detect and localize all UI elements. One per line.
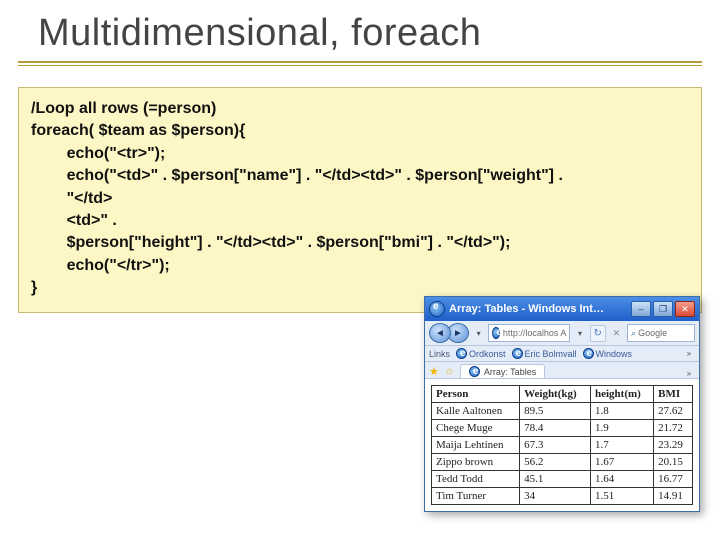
table-cell: 20.15 xyxy=(654,454,693,471)
links-label: Links xyxy=(429,349,450,359)
tab-bar: ★ ☆ Array: Tables » xyxy=(425,362,699,379)
search-placeholder: Google xyxy=(638,328,667,338)
table-cell: 34 xyxy=(520,488,591,505)
table-cell: 21.72 xyxy=(654,420,693,437)
table-cell: 16.77 xyxy=(654,471,693,488)
back-button[interactable]: ◄ xyxy=(429,323,451,343)
code-line: /Loop all rows (=person) xyxy=(31,100,216,117)
tab-overflow[interactable]: » xyxy=(683,369,695,378)
table-cell: Chege Muge xyxy=(432,420,520,437)
col-header: Person xyxy=(432,386,520,403)
col-header: Weight(kg) xyxy=(520,386,591,403)
table-cell: Zippo brown xyxy=(432,454,520,471)
code-line: "</td> xyxy=(31,190,112,207)
code-line: } xyxy=(31,279,37,296)
page-icon xyxy=(469,366,480,377)
tab-label: Array: Tables xyxy=(484,367,536,377)
page-icon xyxy=(456,348,467,359)
code-line: echo("</tr>"); xyxy=(31,257,170,274)
ie-icon xyxy=(429,301,445,317)
stop-icon[interactable]: ✕ xyxy=(610,326,623,340)
table-row: Maija Lehtinen67.31.723.29 xyxy=(432,437,693,454)
browser-window: Array: Tables - Windows Int… – ❐ ✕ ◄ ► ▾… xyxy=(424,296,700,512)
table-row: Kalle Aaltonen89.51.827.62 xyxy=(432,403,693,420)
search-box[interactable]: ⌕ Google xyxy=(627,324,695,342)
table-row: Tim Turner341.5114.91 xyxy=(432,488,693,505)
code-block: /Loop all rows (=person) foreach( $team … xyxy=(18,87,702,313)
table-cell: Tedd Todd xyxy=(432,471,520,488)
table-row: Zippo brown56.21.6720.15 xyxy=(432,454,693,471)
window-title: Array: Tables - Windows Int… xyxy=(449,303,604,315)
table-cell: 1.7 xyxy=(591,437,654,454)
table-cell: 56.2 xyxy=(520,454,591,471)
table-cell: 1.9 xyxy=(591,420,654,437)
table-cell: 1.67 xyxy=(591,454,654,471)
table-cell: 67.3 xyxy=(520,437,591,454)
browser-tab[interactable]: Array: Tables xyxy=(460,364,545,378)
add-favorite-icon[interactable]: ☆ xyxy=(445,367,454,378)
minimize-button[interactable]: – xyxy=(631,301,651,317)
refresh-icon[interactable]: ↻ xyxy=(590,325,606,342)
table-cell: Maija Lehtinen xyxy=(432,437,520,454)
address-text: http://localhos A xyxy=(503,328,567,338)
address-dropdown[interactable]: ▾ xyxy=(574,329,585,338)
table-cell: 14.91 xyxy=(654,488,693,505)
links-overflow[interactable]: » xyxy=(683,349,695,358)
link-item[interactable]: Eric Bolmvall xyxy=(512,348,577,359)
code-line: <td>" . xyxy=(31,212,117,229)
nav-toolbar: ◄ ► ▾ http://localhos A ▾ ↻ ✕ ⌕ Google xyxy=(425,321,699,346)
data-table: Person Weight(kg) height(m) BMI Kalle Aa… xyxy=(431,385,693,505)
page-icon xyxy=(583,348,594,359)
search-icon: ⌕ xyxy=(631,328,636,339)
col-header: BMI xyxy=(654,386,693,403)
table-row: Tedd Todd45.11.6416.77 xyxy=(432,471,693,488)
table-cell: Kalle Aaltonen xyxy=(432,403,520,420)
code-line: echo("<td>" . $person["name"] . "</td><t… xyxy=(31,167,563,184)
table-cell: 45.1 xyxy=(520,471,591,488)
link-item[interactable]: Windows xyxy=(583,348,633,359)
page-icon xyxy=(512,348,523,359)
table-cell: 78.4 xyxy=(520,420,591,437)
table-row: Chege Muge78.41.921.72 xyxy=(432,420,693,437)
code-line: foreach( $team as $person){ xyxy=(31,122,245,139)
maximize-button[interactable]: ❐ xyxy=(653,301,673,317)
address-bar[interactable]: http://localhos A xyxy=(488,324,570,342)
nav-history-dropdown[interactable]: ▾ xyxy=(473,329,484,338)
table-cell: 1.8 xyxy=(591,403,654,420)
table-cell: 1.64 xyxy=(591,471,654,488)
titlebar: Array: Tables - Windows Int… – ❐ ✕ xyxy=(425,297,699,321)
code-line: $person["height"] . "</td><td>" . $perso… xyxy=(31,234,510,251)
table-cell: 1.51 xyxy=(591,488,654,505)
table-cell: 27.62 xyxy=(654,403,693,420)
link-item[interactable]: Ordkonst xyxy=(456,348,506,359)
table-cell: 23.29 xyxy=(654,437,693,454)
table-cell: Tim Turner xyxy=(432,488,520,505)
slide-title: Multidimensional, foreach xyxy=(18,8,702,63)
links-bar: Links Ordkonst Eric Bolmvall Windows » xyxy=(425,346,699,362)
col-header: height(m) xyxy=(591,386,654,403)
page-content: Person Weight(kg) height(m) BMI Kalle Aa… xyxy=(425,379,699,511)
favorites-icon[interactable]: ★ xyxy=(429,365,439,378)
table-cell: 89.5 xyxy=(520,403,591,420)
ie-icon xyxy=(492,327,500,339)
code-line: echo("<tr>"); xyxy=(31,145,165,162)
close-button[interactable]: ✕ xyxy=(675,301,695,317)
